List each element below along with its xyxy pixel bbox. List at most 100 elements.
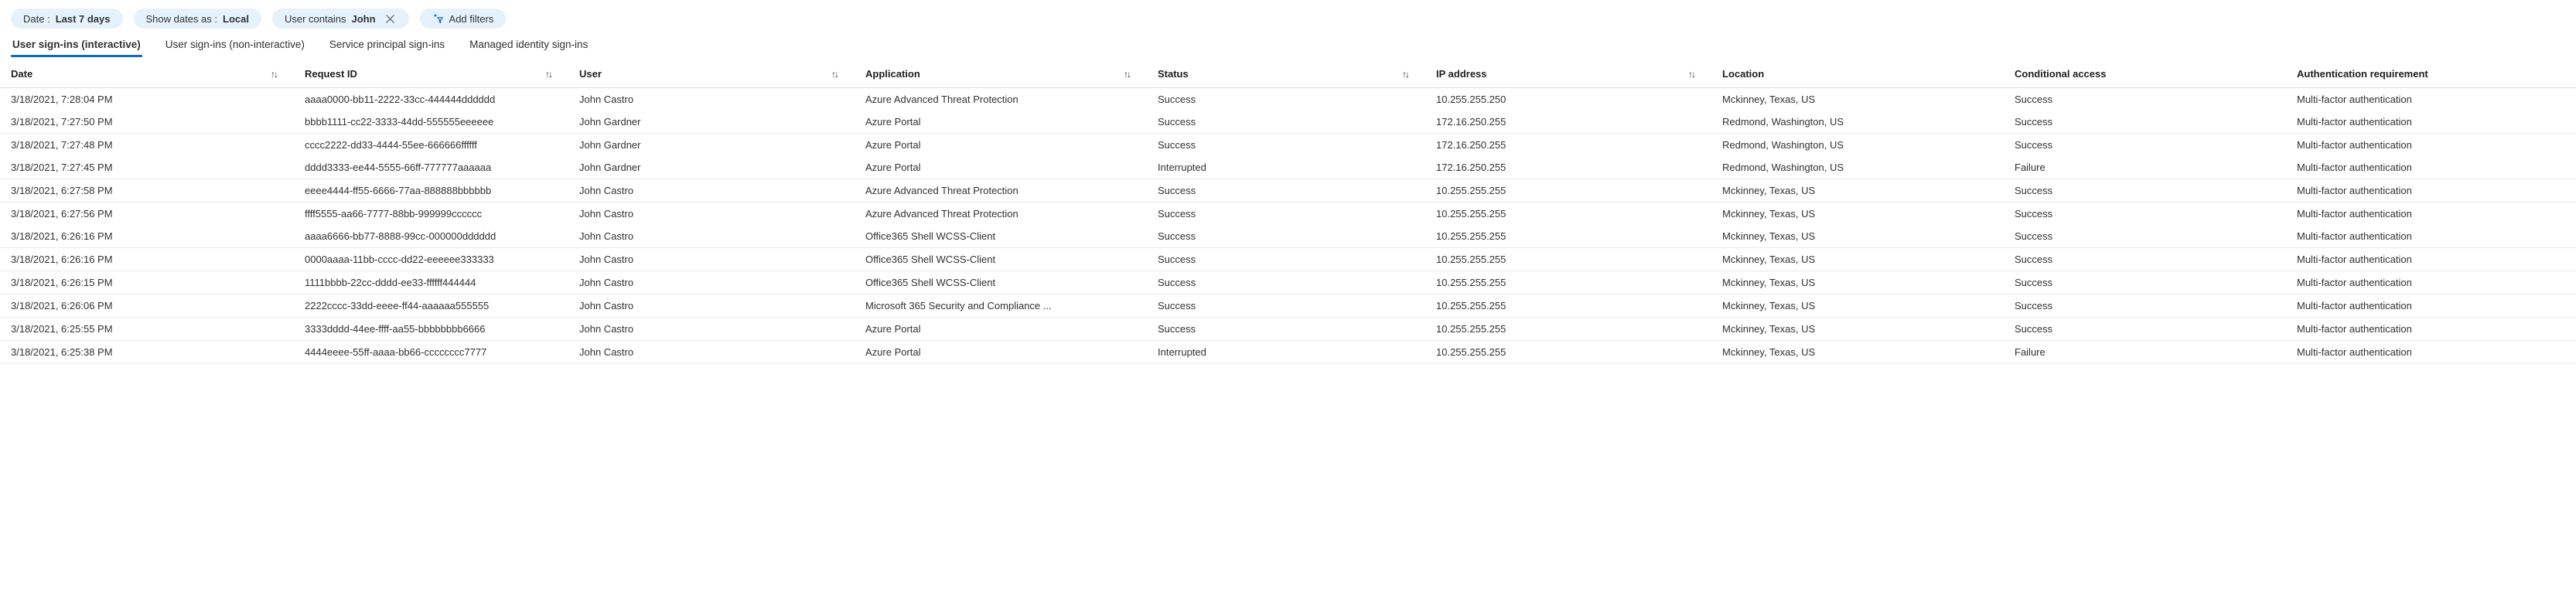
cell-authentication-requirement: Multi-factor authentication [2286,156,2576,179]
filter-pill-show-dates-as[interactable]: Show dates as : Local [134,9,261,29]
cell-ip-address: 172.16.250.255 [1425,134,1711,157]
column-header-label: User [579,68,602,80]
table-header: Date ↑↓ Request ID ↑↓ User ↑↓ [0,57,2576,88]
tab-service-principal-signins[interactable]: Service principal sign-ins [328,39,446,57]
cell-authentication-requirement: Multi-factor authentication [2286,248,2576,271]
table-row[interactable]: 3/18/2021, 7:27:45 PMdddd3333-ee44-5555-… [0,156,2576,179]
cell-request-id[interactable]: bbbb1111-cc22-3333-44dd-555555eeeeee [294,111,568,134]
cell-date: 3/18/2021, 6:25:55 PM [0,318,294,341]
cell-request-id[interactable]: dddd3333-ee44-5555-66ff-777777aaaaaa [294,156,568,179]
cell-user: John Gardner [568,134,855,157]
cell-conditional-access: Success [2004,111,2286,134]
tab-managed-identity-signins[interactable]: Managed identity sign-ins [468,39,589,57]
table-row[interactable]: 3/18/2021, 7:27:48 PMcccc2222-dd33-4444-… [0,134,2576,157]
cell-user: John Castro [568,318,855,341]
column-header-ip-address[interactable]: IP address ↑↓ [1425,57,1711,88]
table-row[interactable]: 3/18/2021, 7:28:04 PMaaaa0000-bb11-2222-… [0,88,2576,111]
cell-location: Mckinney, Texas, US [1711,248,2004,271]
filter-pill-date[interactable]: Date : Last 7 days [11,9,123,29]
cell-conditional-access: Success [2004,179,2286,203]
cell-conditional-access: Success [2004,134,2286,157]
tab-label: User sign-ins (interactive) [12,39,141,50]
column-header-authentication-requirement[interactable]: Authentication requirement [2286,57,2576,88]
cell-location: Mckinney, Texas, US [1711,88,2004,111]
cell-request-id[interactable]: aaaa0000-bb11-2222-33cc-444444dddddd [294,88,568,111]
cell-request-id[interactable]: 0000aaaa-11bb-cccc-dd22-eeeeee333333 [294,248,568,271]
cell-location: Mckinney, Texas, US [1711,225,2004,248]
cell-conditional-access: Failure [2004,341,2286,364]
tab-user-signins-non-interactive[interactable]: User sign-ins (non-interactive) [164,39,306,57]
signin-logs-table: Date ↑↓ Request ID ↑↓ User ↑↓ [0,57,2576,364]
cell-request-id[interactable]: 1111bbbb-22cc-dddd-ee33-ffffff444444 [294,271,568,294]
column-header-application[interactable]: Application ↑↓ [855,57,1147,88]
cell-request-id[interactable]: ffff5555-aa66-7777-88bb-999999cccccc [294,203,568,226]
table-row[interactable]: 3/18/2021, 6:27:58 PMeeee4444-ff55-6666-… [0,179,2576,203]
column-header-date[interactable]: Date ↑↓ [0,57,294,88]
cell-authentication-requirement: Multi-factor authentication [2286,134,2576,157]
column-header-label: Application [865,68,920,80]
cell-date: 3/18/2021, 6:27:58 PM [0,179,294,203]
table-row[interactable]: 3/18/2021, 6:26:15 PM1111bbbb-22cc-dddd-… [0,271,2576,294]
cell-conditional-access: Success [2004,88,2286,111]
tab-user-signins-interactive[interactable]: User sign-ins (interactive) [11,39,142,57]
cell-status: Success [1147,318,1425,341]
column-header-request-id[interactable]: Request ID ↑↓ [294,57,568,88]
sort-icon[interactable]: ↑↓ [1402,69,1418,80]
cell-conditional-access: Failure [2004,156,2286,179]
add-filters-button[interactable]: Add filters [420,9,507,29]
cell-location: Redmond, Washington, US [1711,111,2004,134]
cell-ip-address: 10.255.255.255 [1425,203,1711,226]
sort-icon[interactable]: ↑↓ [1124,69,1139,80]
cell-status: Success [1147,179,1425,203]
close-icon[interactable] [384,12,397,25]
table-body: 3/18/2021, 7:28:04 PMaaaa0000-bb11-2222-… [0,88,2576,364]
table-row[interactable]: 3/18/2021, 6:25:38 PM4444eeee-55ff-aaaa-… [0,341,2576,364]
cell-request-id[interactable]: aaaa6666-bb77-8888-99cc-000000dddddd [294,225,568,248]
cell-request-id[interactable]: eeee4444-ff55-6666-77aa-888888bbbbbb [294,179,568,203]
column-header-label: Date [11,68,32,80]
cell-location: Mckinney, Texas, US [1711,318,2004,341]
sort-icon[interactable]: ↑↓ [831,69,847,80]
cell-status: Success [1147,203,1425,226]
filter-pill-show-dates-as-value: Local [223,13,249,25]
column-header-status[interactable]: Status ↑↓ [1147,57,1425,88]
table-row[interactable]: 3/18/2021, 7:27:50 PMbbbb1111-cc22-3333-… [0,111,2576,134]
column-header-label: IP address [1436,68,1487,80]
cell-status: Interrupted [1147,341,1425,364]
cell-ip-address: 172.16.250.255 [1425,156,1711,179]
sort-icon[interactable]: ↑↓ [271,69,286,80]
filter-pill-show-dates-as-label: Show dates as : [146,13,218,25]
cell-application: Microsoft 365 Security and Compliance ..… [855,294,1147,318]
cell-authentication-requirement: Multi-factor authentication [2286,294,2576,318]
column-header-label: Status [1158,68,1189,80]
table-row[interactable]: 3/18/2021, 6:27:56 PMffff5555-aa66-7777-… [0,203,2576,226]
cell-date: 3/18/2021, 6:26:15 PM [0,271,294,294]
cell-status: Success [1147,134,1425,157]
cell-authentication-requirement: Multi-factor authentication [2286,111,2576,134]
cell-request-id[interactable]: 2222cccc-33dd-eeee-ff44-aaaaaa555555 [294,294,568,318]
cell-request-id[interactable]: cccc2222-dd33-4444-55ee-666666ffffff [294,134,568,157]
column-header-user[interactable]: User ↑↓ [568,57,855,88]
sort-icon[interactable]: ↑↓ [1688,69,1704,80]
table-row[interactable]: 3/18/2021, 6:26:16 PMaaaa6666-bb77-8888-… [0,225,2576,248]
filter-pill-user[interactable]: User contains John [272,9,409,29]
cell-application: Azure Portal [855,134,1147,157]
cell-ip-address: 10.255.255.255 [1425,318,1711,341]
sort-icon[interactable]: ↑↓ [545,69,561,80]
cell-application: Azure Portal [855,341,1147,364]
tab-bar: User sign-ins (interactive) User sign-in… [0,31,2576,57]
cell-request-id[interactable]: 4444eeee-55ff-aaaa-bb66-cccccccc7777 [294,341,568,364]
cell-date: 3/18/2021, 7:27:50 PM [0,111,294,134]
cell-location: Mckinney, Texas, US [1711,179,2004,203]
cell-application: Office365 Shell WCSS-Client [855,271,1147,294]
column-header-label: Authentication requirement [2297,68,2428,80]
add-filter-icon [432,13,444,25]
column-header-conditional-access[interactable]: Conditional access [2004,57,2286,88]
table-row[interactable]: 3/18/2021, 6:26:16 PM0000aaaa-11bb-cccc-… [0,248,2576,271]
table-row[interactable]: 3/18/2021, 6:25:55 PM3333dddd-44ee-ffff-… [0,318,2576,341]
cell-user: John Castro [568,225,855,248]
table-row[interactable]: 3/18/2021, 6:26:06 PM2222cccc-33dd-eeee-… [0,294,2576,318]
column-header-location[interactable]: Location [1711,57,2004,88]
cell-request-id[interactable]: 3333dddd-44ee-ffff-aa55-bbbbbbbb6666 [294,318,568,341]
cell-status: Success [1147,225,1425,248]
